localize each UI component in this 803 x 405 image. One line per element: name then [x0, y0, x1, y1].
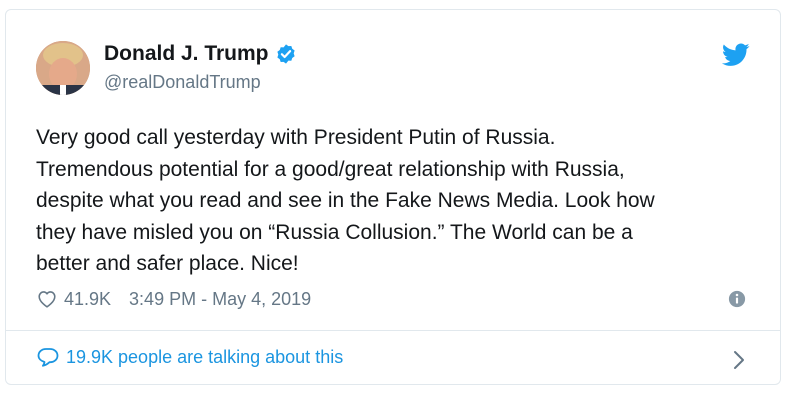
tweet-meta: 41.9K 3:49 PM - May 4, 2019 — [36, 288, 311, 310]
info-icon[interactable] — [728, 290, 746, 308]
user-handle[interactable]: @realDonaldTrump — [104, 69, 297, 95]
conversation-link[interactable]: 19.9K people are talking about this — [36, 346, 343, 368]
avatar-image — [36, 41, 90, 95]
chevron-right-icon[interactable] — [732, 349, 746, 371]
heart-icon[interactable] — [36, 288, 58, 310]
speech-bubble-icon — [36, 346, 60, 368]
twitter-bird-icon[interactable] — [721, 43, 750, 67]
talking-count-text[interactable]: 19.9K people are talking about this — [66, 347, 343, 368]
display-name[interactable]: Donald J. Trump — [104, 41, 269, 67]
author-info: Donald J. Trump @realDonaldTrump — [104, 41, 297, 95]
tweet-card[interactable]: Donald J. Trump @realDonaldTrump Very go… — [5, 9, 781, 385]
like-count[interactable]: 41.9K — [64, 289, 111, 310]
verified-badge-icon — [275, 43, 297, 65]
tweet-header: Donald J. Trump @realDonaldTrump — [36, 41, 297, 95]
avatar[interactable] — [36, 41, 90, 95]
divider — [6, 330, 780, 331]
tweet-text: Very good call yesterday with President … — [36, 126, 655, 275]
timestamp[interactable]: 3:49 PM - May 4, 2019 — [129, 289, 311, 310]
name-row: Donald J. Trump — [104, 41, 297, 67]
